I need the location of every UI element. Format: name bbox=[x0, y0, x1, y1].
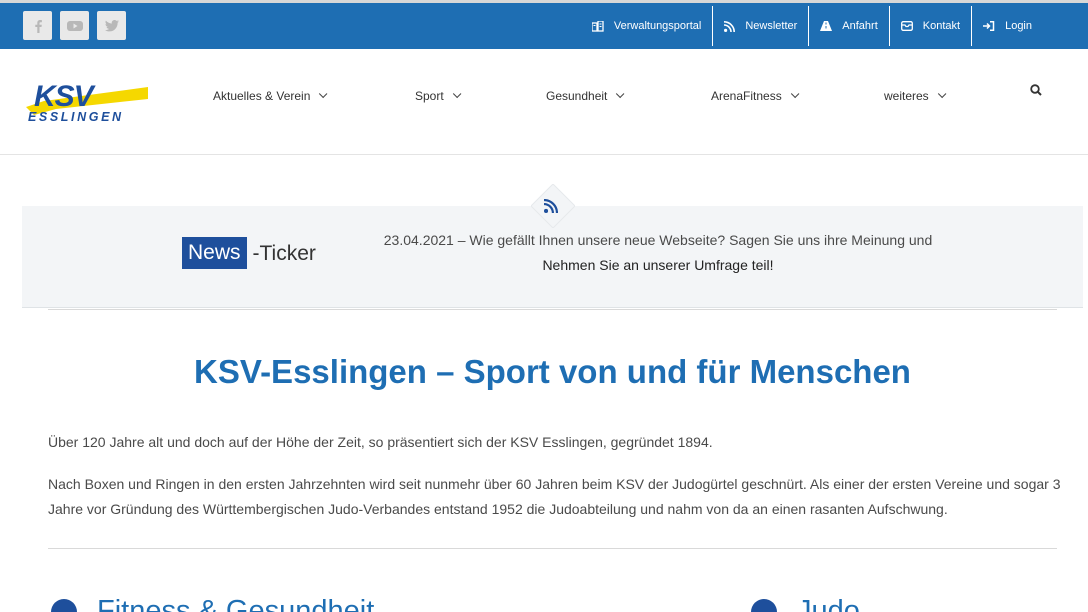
ticker-survey-link[interactable]: Nehmen Sie an unserer Umfrage teil! bbox=[360, 253, 956, 278]
ticker-message-text: 23.04.2021 – Wie gefällt Ihnen unsere ne… bbox=[383, 232, 933, 248]
top-link-label: Newsletter bbox=[745, 20, 798, 32]
search-icon bbox=[1030, 84, 1042, 96]
youtube-button[interactable] bbox=[60, 11, 89, 40]
social-links bbox=[23, 11, 126, 40]
sign-in-icon bbox=[983, 21, 995, 31]
twitter-icon bbox=[104, 19, 119, 31]
chevron-down-icon bbox=[319, 89, 328, 99]
intro-paragraph: Über 120 Jahre alt und doch auf der Höhe… bbox=[48, 434, 713, 450]
top-bar: Verwaltungsportal Newsletter Anfahrt Kon… bbox=[0, 0, 1088, 49]
youtube-icon bbox=[66, 20, 83, 31]
top-link-label: Login bbox=[1005, 20, 1032, 32]
twitter-button[interactable] bbox=[97, 11, 126, 40]
nav-item-label: ArenaFitness bbox=[711, 89, 782, 103]
main-header: KSV ESSLINGEN Aktuelles & Verein Sport G… bbox=[0, 49, 1088, 155]
rss-icon bbox=[543, 198, 559, 218]
nav-item-aktuelles[interactable]: Aktuelles & Verein bbox=[213, 89, 328, 103]
chevron-down-icon bbox=[937, 89, 947, 99]
search-button[interactable] bbox=[1030, 83, 1042, 101]
chevron-down-icon bbox=[790, 89, 800, 99]
nav-item-label: Gesundheit bbox=[546, 89, 608, 103]
nav-item-sport[interactable]: Sport bbox=[415, 89, 462, 103]
news-ticker-label: News -Ticker bbox=[182, 237, 316, 269]
road-icon bbox=[820, 21, 833, 31]
top-link-label: Verwaltungsportal bbox=[613, 20, 702, 32]
nav-item-gesundheit[interactable]: Gesundheit bbox=[546, 89, 625, 103]
facebook-icon bbox=[34, 19, 42, 33]
page-title: KSV-Esslingen – Sport von und für Mensch… bbox=[194, 353, 911, 390]
nav-item-weiteres[interactable]: weiteres bbox=[884, 89, 947, 103]
ticker-message: 23.04.2021 – Wie gefällt Ihnen unsere ne… bbox=[360, 228, 956, 278]
nav-item-label: Aktuelles & Verein bbox=[213, 89, 311, 103]
nav-item-label: Sport bbox=[415, 89, 444, 103]
top-link-verwaltungsportal[interactable]: Verwaltungsportal bbox=[581, 6, 712, 46]
rss-icon bbox=[724, 20, 736, 32]
ksv-logo[interactable]: KSV ESSLINGEN bbox=[26, 79, 148, 124]
portal-icon bbox=[591, 20, 604, 32]
nav-item-arenafitness[interactable]: ArenaFitness bbox=[711, 89, 800, 103]
chevron-down-icon bbox=[616, 89, 625, 99]
envelope-icon bbox=[900, 21, 913, 31]
news-label-box: News bbox=[182, 237, 247, 269]
section-title: Judo bbox=[797, 595, 860, 612]
section-icon bbox=[751, 598, 777, 612]
section-icon bbox=[51, 598, 77, 612]
top-link-label: Kontakt bbox=[922, 20, 961, 32]
nav-item-label: weiteres bbox=[884, 89, 929, 103]
divider bbox=[48, 548, 1057, 549]
top-links: Verwaltungsportal Newsletter Anfahrt Kon… bbox=[581, 6, 1043, 46]
top-link-newsletter[interactable]: Newsletter bbox=[712, 6, 808, 46]
section-fitness[interactable]: Fitness & Gesundheit bbox=[51, 595, 374, 612]
top-link-kontakt[interactable]: Kontakt bbox=[888, 6, 971, 46]
top-link-anfahrt[interactable]: Anfahrt bbox=[808, 6, 888, 46]
news-label-rest: -Ticker bbox=[252, 241, 316, 265]
divider bbox=[48, 309, 1057, 310]
section-judo[interactable]: Judo bbox=[751, 595, 860, 612]
section-title: Fitness & Gesundheit bbox=[97, 595, 375, 612]
facebook-button[interactable] bbox=[23, 11, 52, 40]
chevron-down-icon bbox=[452, 89, 462, 99]
top-link-login[interactable]: Login bbox=[971, 6, 1043, 46]
history-paragraph: Nach Boxen und Ringen in den ersten Jahr… bbox=[48, 476, 1061, 517]
logo-main-text: KSV bbox=[34, 80, 97, 113]
logo-sub-text: ESSLINGEN bbox=[28, 110, 124, 124]
top-link-label: Anfahrt bbox=[842, 20, 878, 32]
